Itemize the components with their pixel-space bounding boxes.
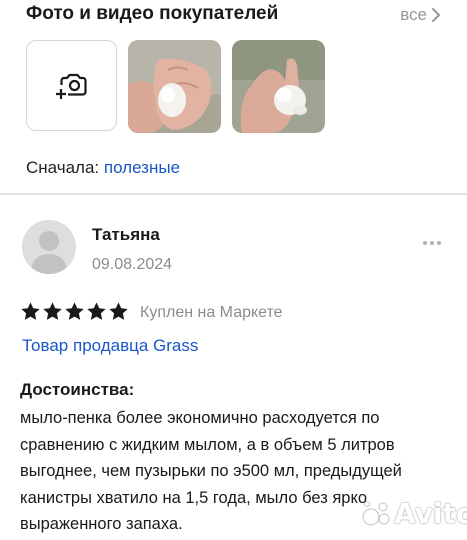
review-date: 09.08.2024 (92, 256, 173, 273)
add-photo-camera-icon (55, 73, 87, 99)
avito-watermark: Avito (362, 497, 467, 530)
sort-label: Сначала: (26, 158, 100, 177)
star-icon (109, 302, 128, 320)
photos-header: Фото и видео покупателей все (26, 3, 441, 29)
more-dot (430, 241, 434, 245)
review-author[interactable]: Татьяна (92, 225, 160, 245)
pros-heading: Достоинства: (20, 380, 135, 399)
sort-value[interactable]: полезные (104, 158, 180, 177)
chevron-right-icon (432, 8, 440, 22)
photo-hand-with-foam-image (232, 40, 325, 133)
avito-logo-icon (362, 500, 390, 525)
more-dot (437, 241, 441, 245)
more-options-icon[interactable] (423, 241, 441, 245)
user-avatar-icon (22, 220, 76, 274)
bought-on-market-badge: Куплен на Маркете (140, 304, 283, 321)
customer-photo-2[interactable] (232, 40, 325, 133)
star-icon (21, 302, 40, 320)
star-icon (87, 302, 106, 320)
photo-hand-with-foam-image (128, 40, 221, 133)
see-all-label: все (400, 5, 427, 24)
watermark-text: Avito (394, 497, 467, 530)
seller-link[interactable]: Товар продавца Grass (22, 336, 198, 356)
sort-selector[interactable]: Сначала: полезные (26, 158, 180, 178)
avatar[interactable] (22, 220, 76, 274)
star-icon (65, 302, 84, 320)
more-dot (423, 241, 427, 245)
customer-photo-1[interactable] (128, 40, 221, 133)
section-divider (0, 193, 467, 195)
star-icon (43, 302, 62, 320)
section-title: Фото и видео покупателей (26, 3, 279, 24)
add-photo-button[interactable] (26, 40, 117, 131)
see-all-link[interactable]: все (400, 5, 441, 25)
rating-stars (20, 301, 129, 322)
customer-photos-row (26, 40, 325, 133)
